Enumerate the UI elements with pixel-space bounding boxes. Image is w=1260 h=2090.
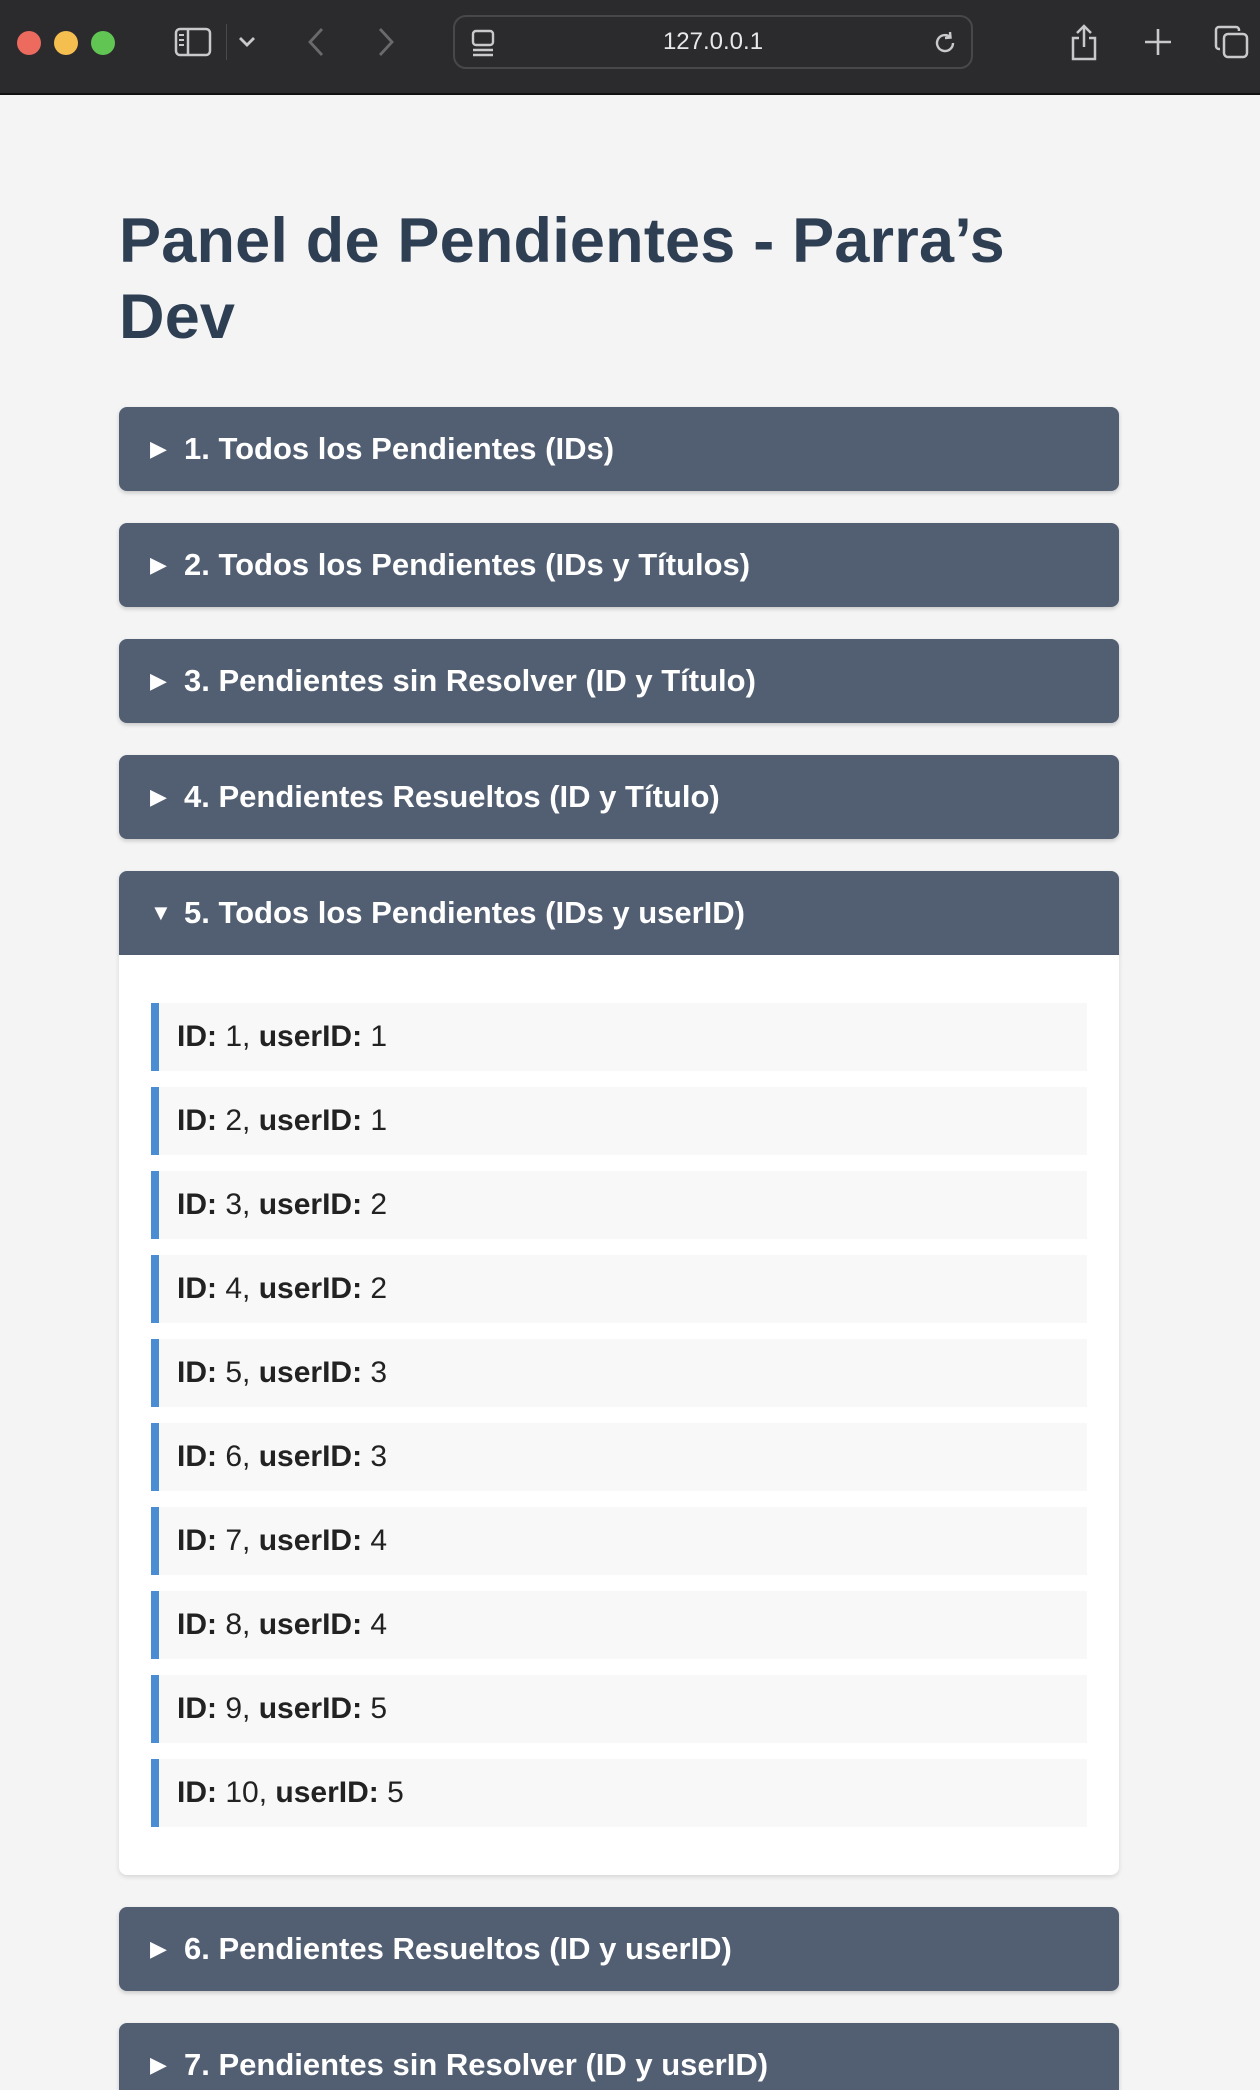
section-header[interactable]: ▶ 7. Pendientes sin Resolver (ID y userI…: [119, 2023, 1119, 2090]
reload-icon[interactable]: [931, 29, 959, 57]
section-header[interactable]: ▶ 1. Todos los Pendientes (IDs): [119, 407, 1119, 491]
page-content: Panel de Pendientes - Parra’s Dev ▶ 1. T…: [0, 203, 1260, 2090]
address-bar[interactable]: 127.0.0.1: [453, 15, 973, 69]
section-label: 7. Pendientes sin Resolver (ID y userID): [184, 2047, 769, 2082]
section-resolved-id-userid: ▶ 6. Pendientes Resueltos (ID y userID): [119, 1907, 1119, 1991]
list-item: ID: 3, userID: 2: [151, 1171, 1087, 1239]
minimize-window-button[interactable]: [54, 31, 78, 55]
section-all-ids-titles: ▶ 2. Todos los Pendientes (IDs y Títulos…: [119, 523, 1119, 607]
triangle-right-icon: ▶: [150, 668, 167, 693]
list-item: ID: 9, userID: 5: [151, 1675, 1087, 1743]
triangle-right-icon: ▶: [150, 2052, 167, 2077]
window-controls: [17, 31, 115, 55]
section-content: ID: 1, userID: 1 ID: 2, userID: 1 ID: 3,…: [119, 955, 1119, 1875]
list-item: ID: 1, userID: 1: [151, 1003, 1087, 1071]
section-header[interactable]: ▶ 6. Pendientes Resueltos (ID y userID): [119, 1907, 1119, 1991]
triangle-right-icon: ▶: [150, 552, 167, 577]
triangle-right-icon: ▶: [150, 436, 167, 461]
section-label: 6. Pendientes Resueltos (ID y userID): [184, 1931, 732, 1966]
triangle-down-icon: ▼: [150, 900, 172, 925]
section-all-ids: ▶ 1. Todos los Pendientes (IDs): [119, 407, 1119, 491]
section-label: 1. Todos los Pendientes (IDs): [184, 431, 615, 466]
chevron-down-icon[interactable]: [232, 26, 262, 58]
share-icon[interactable]: [1066, 20, 1102, 64]
triangle-right-icon: ▶: [150, 1936, 167, 1961]
list-item: ID: 7, userID: 4: [151, 1507, 1087, 1575]
sidebar-toggle-icon[interactable]: [173, 24, 213, 60]
section-label: 4. Pendientes Resueltos (ID y Título): [184, 779, 720, 814]
section-label: 5. Todos los Pendientes (IDs y userID): [184, 895, 745, 930]
new-tab-icon[interactable]: [1140, 22, 1176, 62]
list-item: ID: 6, userID: 3: [151, 1423, 1087, 1491]
section-header[interactable]: ▶ 2. Todos los Pendientes (IDs y Títulos…: [119, 523, 1119, 607]
section-unresolved-id-title: ▶ 3. Pendientes sin Resolver (ID y Títul…: [119, 639, 1119, 723]
list-item: ID: 2, userID: 1: [151, 1087, 1087, 1155]
list-item: ID: 10, userID: 5: [151, 1759, 1087, 1827]
section-all-ids-userid: ▼ 5. Todos los Pendientes (IDs y userID)…: [119, 871, 1119, 1875]
section-label: 2. Todos los Pendientes (IDs y Títulos): [184, 547, 751, 582]
section-resolved-id-title: ▶ 4. Pendientes Resueltos (ID y Título): [119, 755, 1119, 839]
browser-toolbar: 127.0.0.1: [0, 0, 1260, 95]
toolbar-divider: [226, 24, 227, 60]
close-window-button[interactable]: [17, 31, 41, 55]
section-header[interactable]: ▶ 4. Pendientes Resueltos (ID y Título): [119, 755, 1119, 839]
section-unresolved-id-userid: ▶ 7. Pendientes sin Resolver (ID y userI…: [119, 2023, 1119, 2090]
page-title: Panel de Pendientes - Parra’s Dev: [119, 206, 1005, 352]
list-item: ID: 8, userID: 4: [151, 1591, 1087, 1659]
section-header[interactable]: ▶ 3. Pendientes sin Resolver (ID y Títul…: [119, 639, 1119, 723]
url-text: 127.0.0.1: [662, 28, 764, 55]
back-arrow-icon[interactable]: [300, 22, 332, 62]
section-header[interactable]: ▼ 5. Todos los Pendientes (IDs y userID): [119, 871, 1119, 955]
list-item: ID: 5, userID: 3: [151, 1339, 1087, 1407]
zoom-window-button[interactable]: [91, 31, 115, 55]
pending-sections: ▶ 1. Todos los Pendientes (IDs) ▶ 2. Tod…: [119, 407, 1119, 2090]
triangle-right-icon: ▶: [150, 784, 167, 809]
tab-overview-icon[interactable]: [1212, 22, 1252, 62]
list-item: ID: 4, userID: 2: [151, 1255, 1087, 1323]
section-label: 3. Pendientes sin Resolver (ID y Título): [184, 663, 756, 698]
forward-arrow-icon[interactable]: [370, 22, 402, 62]
